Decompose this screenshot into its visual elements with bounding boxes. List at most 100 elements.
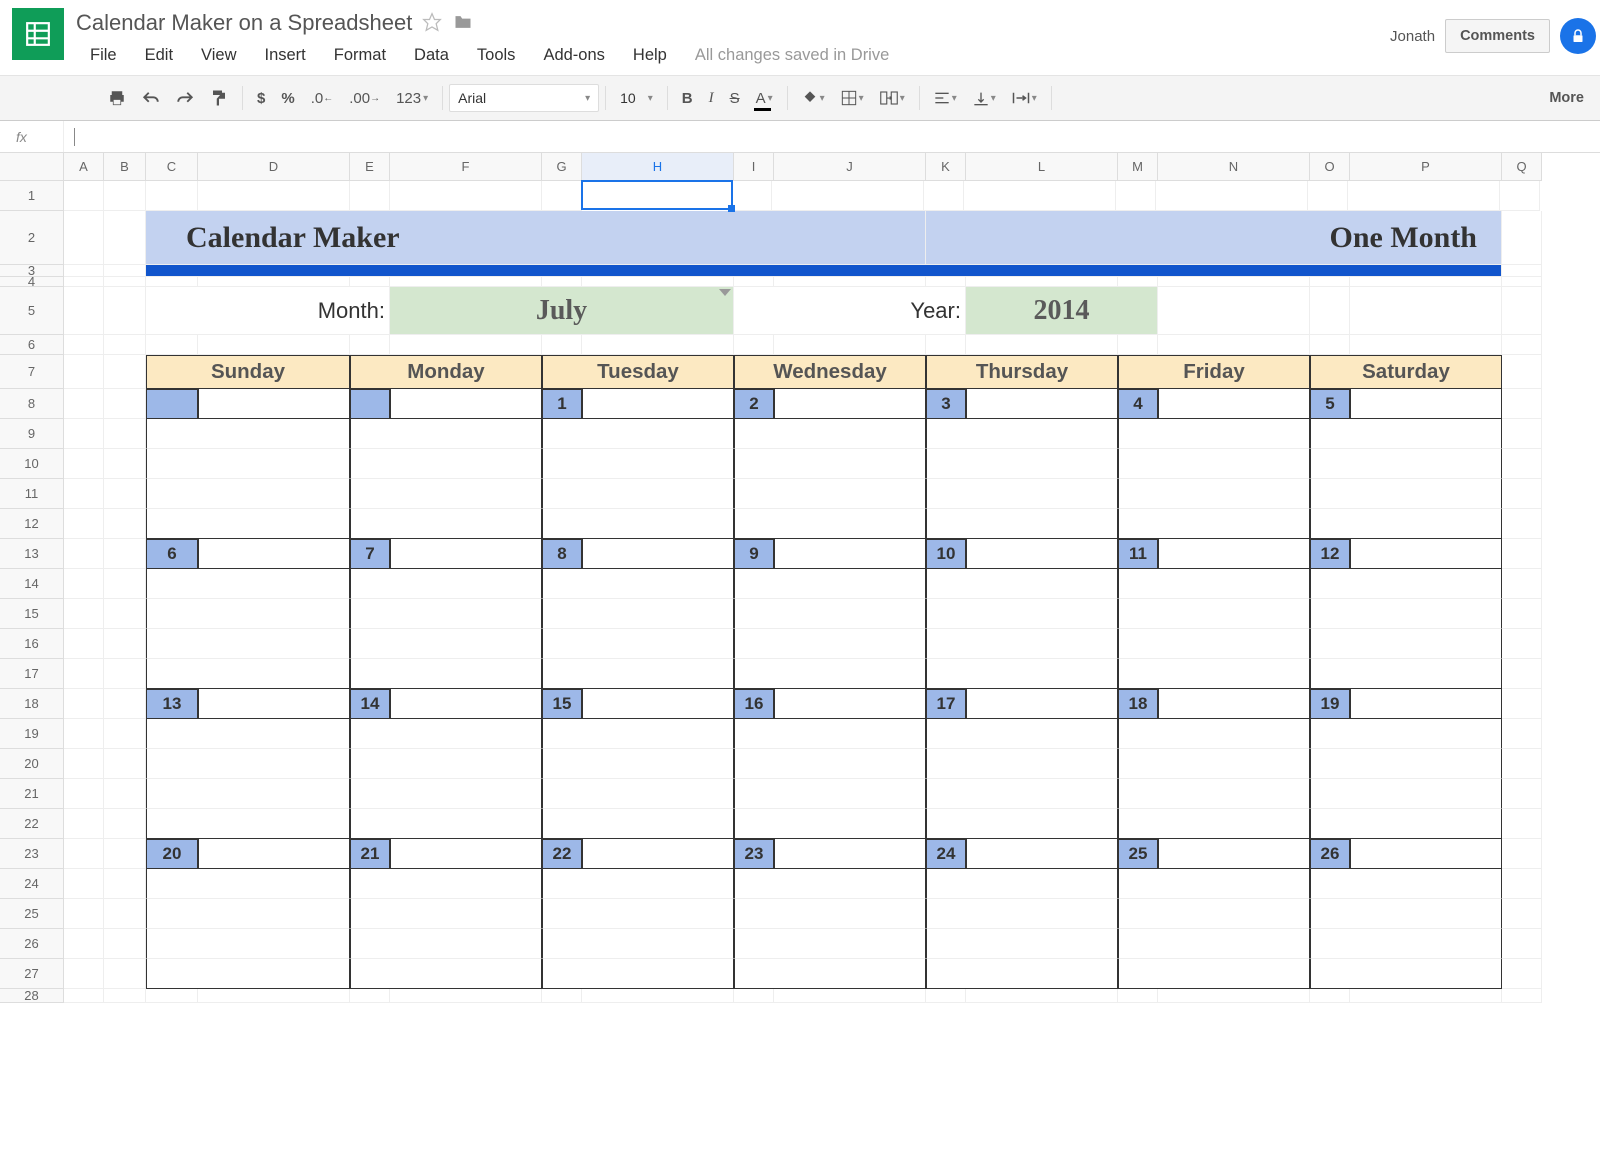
dow-header[interactable]: Thursday (926, 355, 1118, 389)
day-body-cell[interactable] (1118, 809, 1310, 839)
cell[interactable] (1502, 779, 1542, 809)
cell[interactable] (1158, 335, 1310, 355)
cell[interactable] (1502, 389, 1542, 419)
cell[interactable] (198, 389, 350, 419)
cell[interactable] (64, 689, 104, 719)
date-number-cell[interactable]: 3 (926, 389, 966, 419)
cell[interactable] (64, 599, 104, 629)
cell[interactable] (774, 277, 926, 287)
cell[interactable] (1502, 509, 1542, 539)
redo-icon[interactable] (168, 83, 202, 113)
star-icon[interactable] (422, 12, 442, 35)
day-body-cell[interactable] (734, 449, 926, 479)
cell[interactable] (1350, 839, 1502, 869)
date-number-cell[interactable]: 15 (542, 689, 582, 719)
day-body-cell[interactable] (542, 749, 734, 779)
date-number-cell[interactable]: 2 (734, 389, 774, 419)
year-select[interactable]: 2014 (966, 287, 1158, 335)
cell[interactable] (734, 989, 774, 1003)
day-body-cell[interactable] (926, 809, 1118, 839)
cell[interactable] (1500, 181, 1540, 211)
col-header[interactable]: F (390, 153, 542, 181)
day-body-cell[interactable] (146, 479, 350, 509)
day-body-cell[interactable] (1118, 479, 1310, 509)
cell[interactable] (104, 335, 146, 355)
cell[interactable] (64, 355, 104, 389)
col-header[interactable]: C (146, 153, 198, 181)
row-header[interactable]: 24 (0, 869, 64, 899)
row-header[interactable]: 1 (0, 181, 64, 211)
day-body-cell[interactable] (542, 869, 734, 899)
cell[interactable] (1502, 809, 1542, 839)
cell[interactable] (390, 839, 542, 869)
cell[interactable] (1158, 389, 1310, 419)
cell[interactable] (64, 419, 104, 449)
menu-view[interactable]: View (187, 42, 250, 69)
print-icon[interactable] (100, 83, 134, 113)
date-number-cell[interactable]: 7 (350, 539, 390, 569)
day-body-cell[interactable] (542, 599, 734, 629)
cell[interactable] (582, 989, 734, 1003)
day-body-cell[interactable] (146, 419, 350, 449)
date-number-cell[interactable]: 25 (1118, 839, 1158, 869)
date-number-cell[interactable]: 10 (926, 539, 966, 569)
day-body-cell[interactable] (734, 629, 926, 659)
day-body-cell[interactable] (926, 419, 1118, 449)
dow-header[interactable]: Sunday (146, 355, 350, 389)
day-body-cell[interactable] (1310, 959, 1502, 989)
cell[interactable] (966, 539, 1118, 569)
col-header[interactable]: B (104, 153, 146, 181)
day-body-cell[interactable] (542, 419, 734, 449)
cell[interactable] (64, 719, 104, 749)
sheets-logo[interactable] (12, 8, 64, 60)
date-number-cell[interactable]: 23 (734, 839, 774, 869)
cell[interactable] (64, 839, 104, 869)
day-body-cell[interactable] (926, 929, 1118, 959)
cell[interactable] (104, 869, 146, 899)
row-header[interactable]: 9 (0, 419, 64, 449)
day-body-cell[interactable] (1310, 809, 1502, 839)
date-number-cell[interactable]: 1 (542, 389, 582, 419)
day-body-cell[interactable] (350, 629, 542, 659)
date-number-cell[interactable]: 14 (350, 689, 390, 719)
cell[interactable] (198, 277, 350, 287)
merge-button[interactable]: ▾ (872, 83, 913, 113)
comments-button[interactable]: Comments (1445, 19, 1550, 53)
cell[interactable] (146, 989, 198, 1003)
cell[interactable] (1502, 287, 1542, 335)
cell[interactable] (104, 355, 146, 389)
date-number-cell[interactable] (146, 389, 198, 419)
day-body-cell[interactable] (350, 599, 542, 629)
row-header[interactable]: 26 (0, 929, 64, 959)
cell[interactable] (104, 959, 146, 989)
day-body-cell[interactable] (146, 869, 350, 899)
month-select[interactable]: July (390, 287, 734, 335)
day-body-cell[interactable] (734, 779, 926, 809)
cell[interactable] (104, 449, 146, 479)
cell[interactable] (1502, 419, 1542, 449)
day-body-cell[interactable] (146, 929, 350, 959)
day-body-cell[interactable] (926, 479, 1118, 509)
formula-bar[interactable]: fx (0, 121, 1600, 153)
day-body-cell[interactable] (350, 479, 542, 509)
calendar-title-left[interactable]: Calendar Maker (146, 211, 926, 265)
cell[interactable] (104, 809, 146, 839)
col-header[interactable]: N (1158, 153, 1310, 181)
menu-addons[interactable]: Add-ons (529, 42, 618, 69)
day-body-cell[interactable] (350, 659, 542, 689)
cell[interactable] (734, 277, 774, 287)
cell[interactable] (64, 779, 104, 809)
cell[interactable] (1158, 287, 1310, 335)
row-header[interactable]: 21 (0, 779, 64, 809)
cell[interactable] (582, 839, 734, 869)
day-body-cell[interactable] (542, 809, 734, 839)
dow-header[interactable]: Monday (350, 355, 542, 389)
menu-data[interactable]: Data (400, 42, 463, 69)
row-header[interactable]: 27 (0, 959, 64, 989)
day-body-cell[interactable] (542, 449, 734, 479)
cell[interactable] (1118, 277, 1158, 287)
cell[interactable] (198, 181, 350, 211)
day-body-cell[interactable] (1118, 869, 1310, 899)
cell[interactable] (1502, 749, 1542, 779)
day-body-cell[interactable] (146, 779, 350, 809)
